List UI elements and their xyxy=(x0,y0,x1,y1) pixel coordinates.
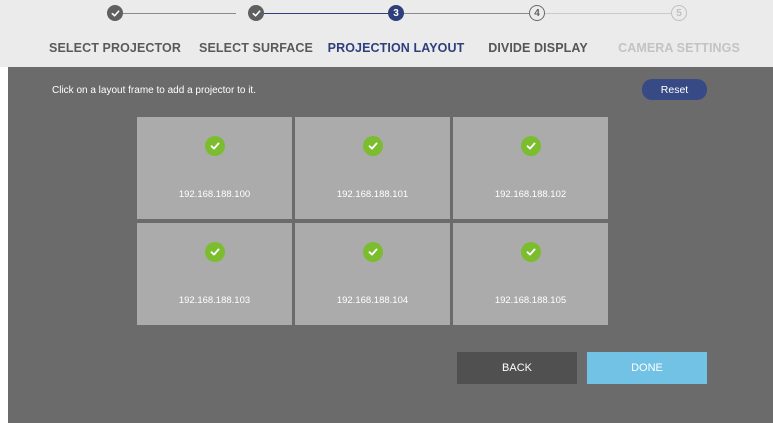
step-4-node[interactable]: 4 xyxy=(529,5,545,21)
checkmark-circle-icon xyxy=(520,242,541,262)
step-connector xyxy=(404,13,529,14)
checkmark-circle-icon xyxy=(204,136,225,156)
layout-frame[interactable]: 192.168.188.102 xyxy=(453,117,608,219)
checkmark-circle-icon xyxy=(520,136,541,156)
checkmark-icon xyxy=(252,9,260,17)
done-button[interactable]: DONE xyxy=(587,352,707,384)
frame-ip-label: 192.168.188.103 xyxy=(178,295,251,306)
frame-ip-label: 192.168.188.101 xyxy=(336,189,409,200)
frame-ip-label: 192.168.188.102 xyxy=(494,189,567,200)
step-indicator: 3 4 5 SELECT PROJECTOR SELECT SURFACE PR… xyxy=(0,0,773,67)
step-4-label[interactable]: DIVIDE DISPLAY xyxy=(488,41,588,55)
checkmark-icon xyxy=(111,9,119,17)
step-1-node[interactable] xyxy=(107,5,123,21)
step-5-node: 5 xyxy=(671,5,687,21)
back-button[interactable]: BACK xyxy=(457,352,577,384)
frame-ip-label: 192.168.188.100 xyxy=(178,189,251,200)
step-2-label[interactable]: SELECT SURFACE xyxy=(199,41,313,55)
step-3-node: 3 xyxy=(388,5,404,21)
layout-frame[interactable]: 192.168.188.104 xyxy=(295,223,450,325)
layout-frame[interactable]: 192.168.188.103 xyxy=(137,223,292,325)
step-connector xyxy=(545,13,671,14)
checkmark-circle-icon xyxy=(362,136,383,156)
checkmark-circle-icon xyxy=(362,242,383,262)
step-2-node[interactable] xyxy=(248,5,264,21)
step-connector xyxy=(123,13,236,14)
instruction-text: Click on a layout frame to add a project… xyxy=(52,85,256,96)
layout-grid: 192.168.188.100 192.168.188.101 192.168.… xyxy=(137,117,608,327)
layout-frame[interactable]: 192.168.188.101 xyxy=(295,117,450,219)
checkmark-circle-icon xyxy=(204,242,225,262)
layout-frame[interactable]: 192.168.188.105 xyxy=(453,223,608,325)
step-connector xyxy=(264,13,388,14)
layout-frame[interactable]: 192.168.188.100 xyxy=(137,117,292,219)
frame-ip-label: 192.168.188.105 xyxy=(494,295,567,306)
step-3-label: PROJECTION LAYOUT xyxy=(327,41,465,55)
frame-ip-label: 192.168.188.104 xyxy=(336,295,409,306)
reset-button[interactable]: Reset xyxy=(642,79,707,100)
step-1-label[interactable]: SELECT PROJECTOR xyxy=(49,41,181,55)
step-5-label: CAMERA SETTINGS xyxy=(618,41,740,55)
